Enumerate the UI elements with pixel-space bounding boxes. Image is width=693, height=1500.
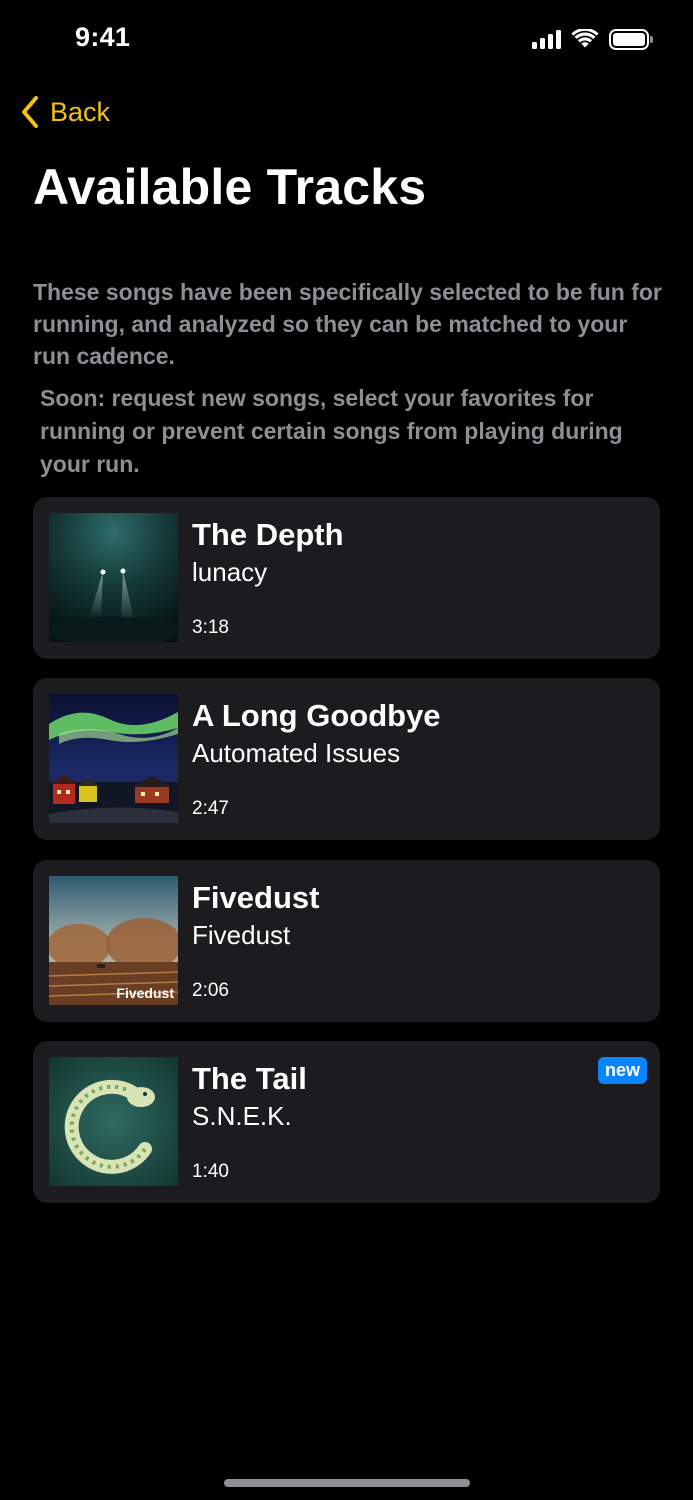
back-label: Back [50,96,111,127]
new-badge: new [597,1057,647,1084]
battery-icon [609,28,653,50]
track-card-fivedust[interactable]: Fivedust Fivedust Fivedust 2:06 [33,860,660,1022]
coming-soon-note: Soon: request new songs, select your fav… [40,385,623,477]
back-button[interactable]: Back [20,94,110,130]
track-artist: Automated Issues [192,738,401,768]
track-title: The Depth [192,517,344,552]
home-indicator[interactable] [224,1479,470,1487]
page-title: Available Tracks [33,159,427,215]
wifi-icon [571,29,599,48]
track-duration: 3:18 [192,617,229,638]
album-artwork-image [49,694,178,823]
track-card-the-tail[interactable]: The Tail S.N.E.K. 1:40 new [33,1041,660,1203]
screen: 9:41 Back Available Tracks These songs h… [0,0,693,1500]
track-duration: 2:47 [192,798,229,819]
artwork-caption: Fivedust [116,985,174,1001]
track-card-the-depth[interactable]: The Depth lunacy 3:18 [33,497,660,659]
album-artwork-image [49,1057,178,1186]
status-icons [532,27,653,51]
track-artist: Fivedust [192,920,291,950]
album-artwork-image [49,513,178,642]
track-title: The Tail [192,1061,307,1096]
cellular-signal-icon [532,29,561,49]
track-title: A Long Goodbye [192,698,441,733]
track-duration: 1:40 [192,1161,229,1182]
track-card-a-long-goodbye[interactable]: A Long Goodbye Automated Issues 2:47 [33,678,660,840]
track-artist: lunacy [192,557,268,587]
status-time: 9:41 [75,22,131,52]
track-duration: 2:06 [192,980,229,1001]
track-artist: S.N.E.K. [192,1101,292,1131]
page-description: These songs have been specifically selec… [33,279,662,369]
chevron-left-icon [22,96,38,128]
track-title: Fivedust [192,880,320,915]
status-bar: 9:41 [0,0,693,80]
album-artwork-image: Fivedust [49,876,178,1005]
